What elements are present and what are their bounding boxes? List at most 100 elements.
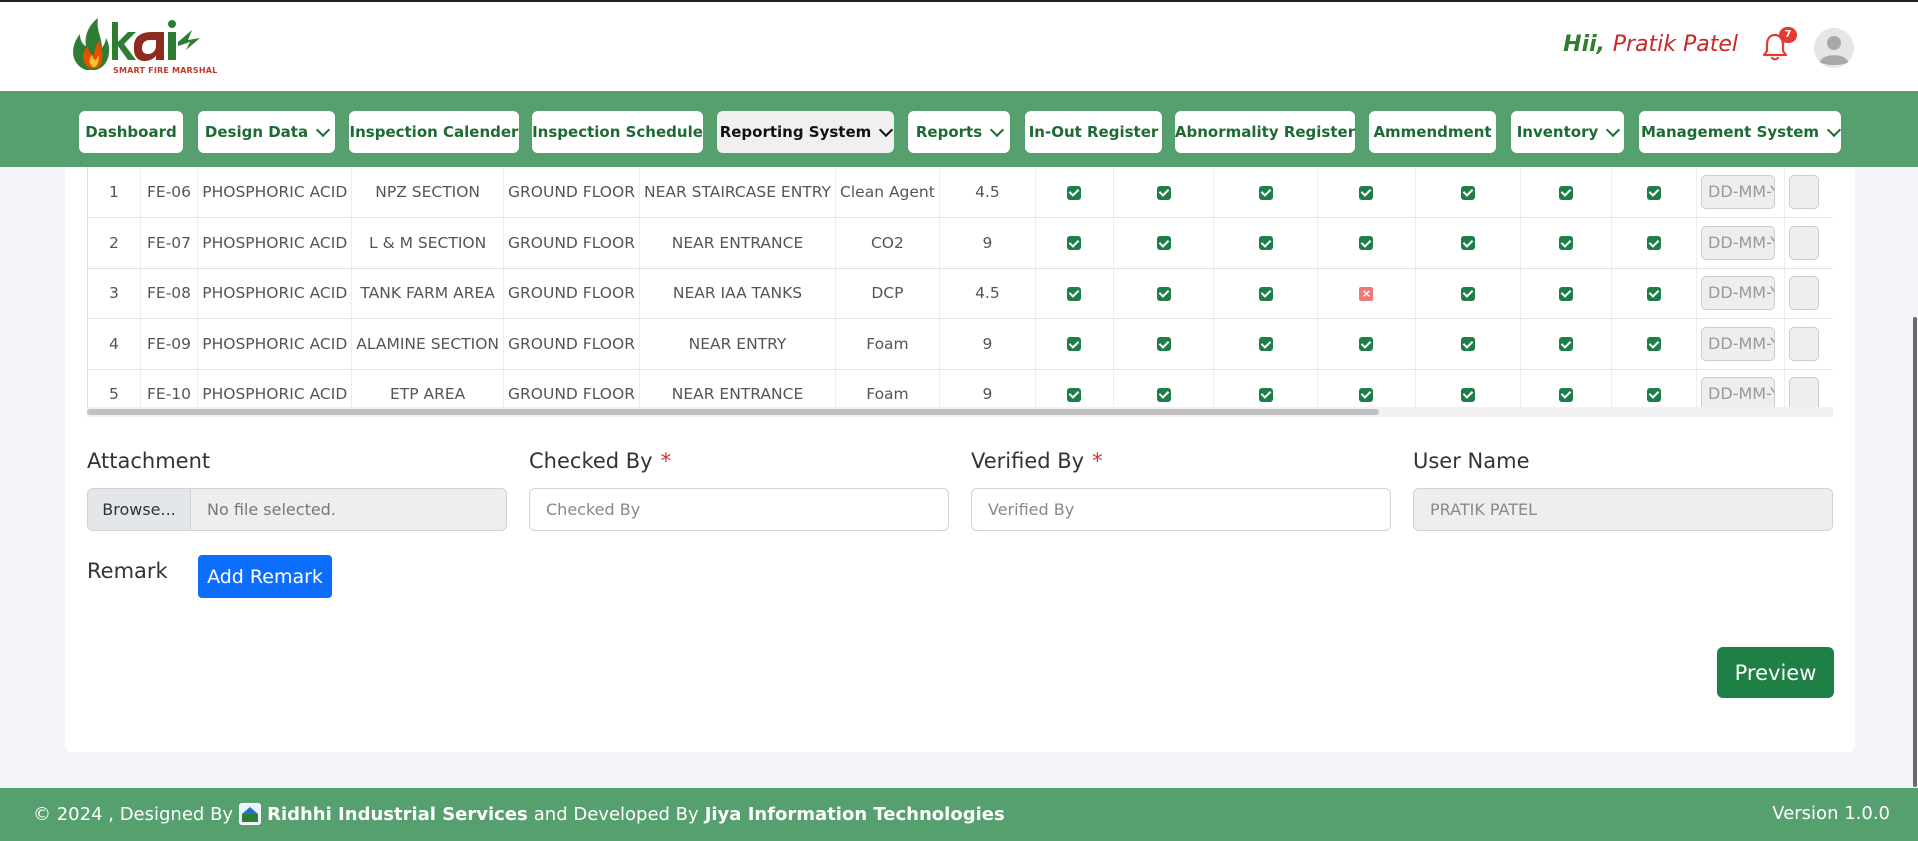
nav-ammendment[interactable]: Ammendment: [1369, 111, 1496, 153]
report-card: 1 FE-06 PHOSPHORIC ACID NPZ SECTION GROUND F…: [65, 167, 1855, 752]
checked-checkbox-icon[interactable]: [1559, 185, 1574, 200]
user-avatar-icon: [1814, 28, 1854, 68]
checked-checkbox-icon[interactable]: [1067, 387, 1082, 402]
cell-check: [1317, 167, 1417, 218]
browse-button[interactable]: Browse...: [88, 489, 191, 530]
checked-checkbox-icon[interactable]: [1559, 286, 1574, 301]
cell-check: [1035, 268, 1114, 319]
checked-checkbox-icon[interactable]: [1461, 286, 1476, 301]
cell-check: [1035, 217, 1114, 269]
checked-checkbox-icon[interactable]: [1359, 337, 1374, 352]
checked-checkbox-icon[interactable]: [1646, 185, 1661, 200]
cell-check: [1317, 318, 1417, 370]
table-horizontal-scrollbar[interactable]: [87, 407, 1833, 417]
cell-section: ALAMINE SECTION: [351, 318, 505, 370]
nav-inspection-schedule[interactable]: Inspection Schedule: [532, 111, 703, 153]
cell-check: [1415, 217, 1522, 269]
chevron-down-icon: [990, 122, 1005, 137]
next-date-input[interactable]: [1788, 276, 1819, 311]
cell-next-date: [1784, 167, 1833, 218]
nav-label: Reports: [915, 123, 983, 141]
chevron-down-icon: [879, 122, 894, 137]
nav-inventory[interactable]: Inventory: [1511, 111, 1624, 153]
checked-checkbox-icon[interactable]: [1156, 286, 1171, 301]
failed-x-icon[interactable]: ×: [1359, 286, 1374, 301]
nav-management-system[interactable]: Management System: [1639, 111, 1842, 153]
table-row: 3 FE-08 PHOSPHORIC ACID TANK FARM AREA GROUN…: [88, 268, 1833, 319]
scrollbar-thumb[interactable]: [87, 409, 1379, 415]
checked-checkbox-icon[interactable]: [1646, 236, 1661, 251]
nav-inspection-calender[interactable]: Inspection Calender: [349, 111, 519, 153]
next-date-input[interactable]: [1788, 225, 1819, 260]
developed-by-text: and Developed By: [533, 803, 699, 825]
cell-no: 2: [88, 217, 141, 269]
date-input[interactable]: DD-MM-YYYY: [1701, 225, 1776, 260]
checked-checkbox-icon[interactable]: [1156, 185, 1171, 200]
checked-checkbox-icon[interactable]: [1258, 387, 1273, 402]
next-date-input[interactable]: [1788, 175, 1819, 209]
nav-dashboard[interactable]: Dashboard: [79, 111, 183, 153]
checked-checkbox-icon[interactable]: [1258, 337, 1273, 352]
checked-checkbox-icon[interactable]: [1258, 286, 1273, 301]
cell-check: [1113, 217, 1215, 269]
checked-checkbox-icon[interactable]: [1359, 185, 1374, 200]
checked-checkbox-icon[interactable]: [1258, 236, 1273, 251]
cell-location: NEAR ENTRY: [639, 318, 837, 370]
attachment-file-input[interactable]: Browse... No file selected.: [87, 488, 507, 531]
date-input[interactable]: DD-MM-YYYY: [1701, 326, 1776, 361]
checked-checkbox-icon[interactable]: [1461, 387, 1476, 402]
checked-checkbox-icon[interactable]: [1461, 185, 1476, 200]
checked-checkbox-icon[interactable]: [1646, 387, 1661, 402]
checked-checkbox-icon[interactable]: [1559, 337, 1574, 352]
nav-design-data[interactable]: Design Data: [198, 111, 335, 153]
checked-checkbox-icon[interactable]: [1156, 236, 1171, 251]
user-avatar[interactable]: [1814, 28, 1854, 68]
required-mark: *: [1092, 449, 1103, 473]
designer-link[interactable]: Ridhhi Industrial Services: [267, 804, 528, 825]
inspection-table-container[interactable]: 1 FE-06 PHOSPHORIC ACID NPZ SECTION GROUND F…: [87, 167, 1833, 417]
cell-plant: PHOSPHORIC ACID: [197, 167, 353, 218]
checked-checkbox-icon[interactable]: [1559, 236, 1574, 251]
checked-checkbox-icon[interactable]: [1067, 236, 1082, 251]
cell-check: [1213, 167, 1318, 218]
date-input[interactable]: DD-MM-YYYY: [1701, 276, 1776, 311]
checked-checkbox-icon[interactable]: [1646, 286, 1661, 301]
checked-checkbox-icon[interactable]: [1461, 236, 1476, 251]
cell-capacity: 4.5: [939, 167, 1036, 218]
date-input[interactable]: DD-MM-YYYY: [1701, 175, 1776, 209]
table-row: 4 FE-09 PHOSPHORIC ACID ALAMINE SECTION GROU…: [88, 318, 1833, 370]
preview-button[interactable]: Preview: [1717, 647, 1834, 698]
brand-logo[interactable]: SMART FIRE MARSHAL: [68, 12, 228, 82]
checked-by-label-text: Checked By: [529, 449, 653, 473]
add-remark-button[interactable]: Add Remark: [198, 555, 332, 598]
cell-check: [1611, 268, 1698, 319]
checked-checkbox-icon[interactable]: [1359, 236, 1374, 251]
verified-by-input[interactable]: Verified By: [971, 488, 1391, 531]
cell-check: [1035, 167, 1114, 218]
cell-location: NEAR STAIRCASE ENTRY: [639, 167, 837, 218]
checked-checkbox-icon[interactable]: [1359, 387, 1374, 402]
cell-check: [1520, 167, 1612, 218]
nav-reports[interactable]: Reports: [908, 111, 1010, 153]
checked-checkbox-icon[interactable]: [1156, 337, 1171, 352]
checked-checkbox-icon[interactable]: [1646, 337, 1661, 352]
checked-checkbox-icon[interactable]: [1067, 185, 1082, 200]
verified-by-label: Verified By *: [971, 449, 1103, 473]
checked-checkbox-icon[interactable]: [1156, 387, 1171, 402]
cell-check: [1213, 217, 1318, 269]
checked-checkbox-icon[interactable]: [1559, 387, 1574, 402]
checked-checkbox-icon[interactable]: [1258, 185, 1273, 200]
next-date-input[interactable]: [1788, 326, 1819, 361]
nav-reporting-system[interactable]: Reporting System: [717, 111, 894, 153]
cell-check: [1520, 217, 1612, 269]
checked-checkbox-icon[interactable]: [1067, 286, 1082, 301]
checked-checkbox-icon[interactable]: [1461, 337, 1476, 352]
page-vertical-scrollbar[interactable]: [1913, 317, 1917, 787]
nav-abnormality-register[interactable]: Abnormality Register: [1175, 111, 1355, 153]
developer-link[interactable]: Jiya Information Technologies: [705, 804, 1005, 825]
nav-in-out-register[interactable]: In-Out Register: [1025, 111, 1162, 153]
cell-check: ×: [1317, 268, 1417, 319]
checked-by-input[interactable]: Checked By: [529, 488, 949, 531]
cell-type: DCP: [835, 268, 940, 319]
checked-checkbox-icon[interactable]: [1067, 337, 1082, 352]
